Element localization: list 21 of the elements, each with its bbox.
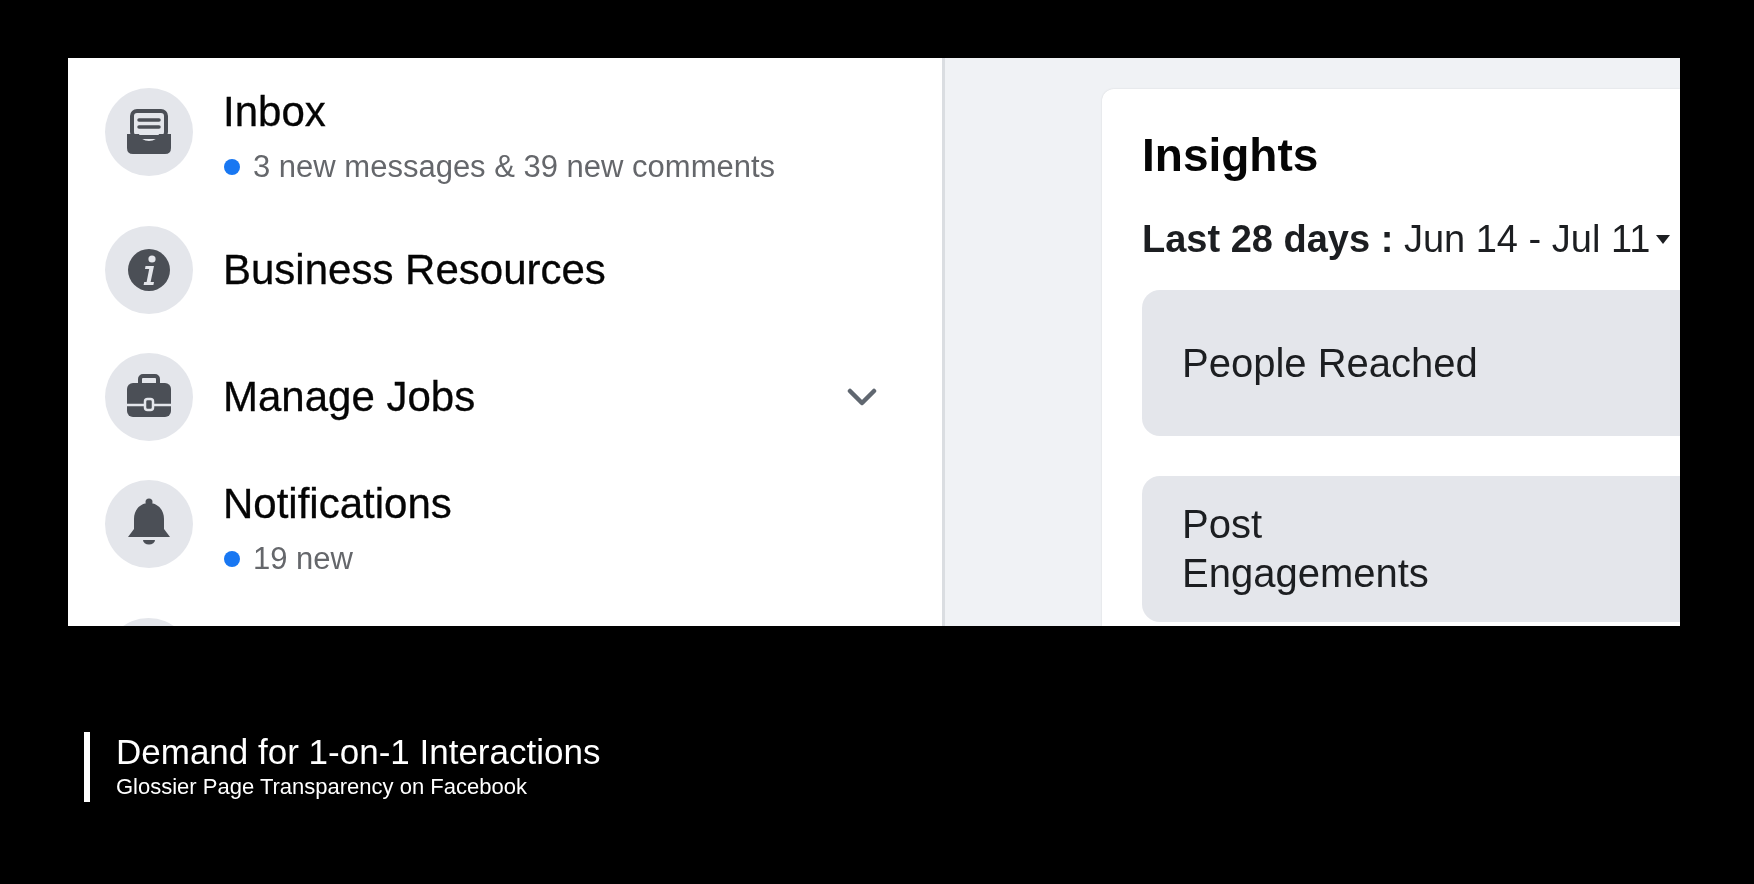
inbox-tray-icon <box>105 88 193 176</box>
metric-tile[interactable]: Post Engagements <box>1142 476 1680 622</box>
item-summary: 3 new messages & 39 new comments <box>253 148 776 186</box>
metric-tile[interactable]: People Reached <box>1142 290 1680 436</box>
sidebar-item-label[interactable]: Business Resources <box>223 246 606 294</box>
bell-icon <box>105 480 193 568</box>
sidebar-item-label[interactable]: Inbox <box>223 88 326 136</box>
metric-label: People Reached <box>1182 339 1478 387</box>
item-summary: 19 new <box>253 540 353 578</box>
card-title: Insights <box>1142 128 1319 182</box>
info-icon <box>105 226 193 314</box>
slide-title: Demand for 1-on-1 Interactions <box>116 732 601 772</box>
briefcase-icon <box>105 353 193 441</box>
caret-down-icon <box>1656 234 1671 244</box>
chevron-down-icon[interactable] <box>847 388 877 406</box>
metric-label: Post Engagements <box>1182 501 1429 597</box>
sidebar-item-label[interactable]: Notifications <box>223 480 452 528</box>
sidebar-item-label[interactable]: Manage Jobs <box>223 373 476 421</box>
date-range-dropdown[interactable]: Last 28 days : Jun 14 - Jul 11 <box>1142 217 1671 261</box>
slide-subtitle: Glossier Page Transparency on Facebook <box>116 773 527 801</box>
accent-bar <box>84 732 90 802</box>
